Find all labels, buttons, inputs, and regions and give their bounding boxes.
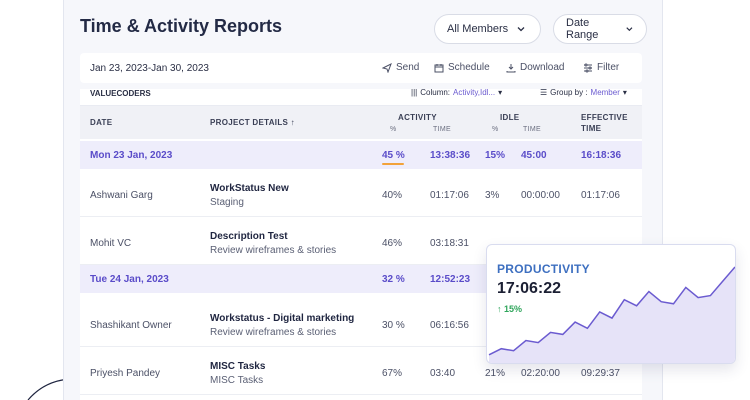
activity-time: 12:52:23 bbox=[430, 274, 471, 285]
header-idle: IDLE bbox=[500, 113, 520, 122]
send-label: Send bbox=[396, 62, 420, 73]
filter-label: Filter bbox=[597, 62, 620, 73]
effective-time: 16:18:36 bbox=[581, 150, 622, 161]
productivity-title: PRODUCTIVITY bbox=[497, 262, 590, 276]
header-activity-pct: % bbox=[390, 126, 397, 133]
filter-button[interactable]: Filter bbox=[583, 62, 619, 73]
idle-pct: 21% bbox=[485, 368, 506, 379]
header-project-details[interactable]: PROJECT DETAILS ↑ bbox=[210, 118, 295, 127]
member-name: Priyesh Pandey bbox=[90, 368, 161, 379]
activity-underline bbox=[382, 163, 404, 165]
header-idle-pct: % bbox=[492, 126, 499, 133]
date-range-dropdown[interactable]: Date Range bbox=[553, 14, 647, 44]
groupby-value: Member bbox=[590, 88, 620, 97]
columns-icon: ||| bbox=[411, 88, 418, 97]
table-row[interactable]: Ashwani Garg WorkStatus New Staging 40% … bbox=[80, 169, 642, 217]
project-name: Description Test bbox=[210, 231, 288, 242]
send-button[interactable]: Send bbox=[382, 62, 419, 73]
members-dropdown[interactable]: All Members bbox=[434, 14, 541, 44]
productivity-delta: ↑ 15% bbox=[497, 304, 523, 314]
activity-pct: 32 % bbox=[382, 274, 405, 285]
members-dropdown-label: All Members bbox=[447, 23, 509, 35]
activity-time: 13:38:36 bbox=[430, 150, 471, 161]
activity-pct: 46% bbox=[382, 238, 403, 249]
column-selector-value: Activity,Idl... bbox=[453, 88, 496, 97]
chevron-down-icon: ▾ bbox=[622, 88, 627, 97]
download-label: Download bbox=[520, 62, 565, 73]
activity-time: 01:17:06 bbox=[430, 190, 469, 201]
activity-pct: 67% bbox=[382, 368, 403, 379]
schedule-label: Schedule bbox=[448, 62, 490, 73]
activity-pct: 45 % bbox=[382, 150, 405, 161]
activity-pct: 30 % bbox=[382, 320, 405, 331]
report-toolbar: Jan 23, 2023-Jan 30, 2023 Send Schedule … bbox=[80, 53, 642, 83]
chevron-down-icon bbox=[626, 27, 633, 32]
project-name: WorkStatus New bbox=[210, 183, 289, 194]
effective-time: 09:29:37 bbox=[581, 368, 620, 379]
header-activity: ACTIVITY bbox=[398, 113, 437, 122]
project-task: Review wireframes & stories bbox=[210, 327, 337, 338]
table-meta-bar: VALUECODERS ||| Column: Activity,Idl... … bbox=[80, 88, 642, 105]
download-button[interactable]: Download bbox=[506, 62, 564, 73]
idle-time: 02:20:00 bbox=[521, 368, 560, 379]
chevron-down-icon: ▾ bbox=[498, 88, 503, 97]
list-icon: ☰ bbox=[540, 88, 548, 97]
effective-time: 01:17:06 bbox=[581, 190, 620, 201]
activity-time: 03:40 bbox=[430, 368, 456, 379]
project-task: Review wireframes & stories bbox=[210, 245, 337, 256]
selected-date-range: Jan 23, 2023-Jan 30, 2023 bbox=[90, 63, 209, 74]
idle-time: 00:00:00 bbox=[521, 190, 560, 201]
groupby-selector[interactable]: ☰ Group by : Member ▾ bbox=[540, 88, 627, 97]
column-selector-label: Column: bbox=[420, 88, 451, 97]
idle-pct: 3% bbox=[485, 190, 500, 201]
header-activity-time: TIME bbox=[433, 126, 451, 133]
table-header: DATE PROJECT DETAILS ↑ ACTIVITY % TIME I… bbox=[80, 105, 642, 139]
send-icon bbox=[382, 62, 392, 73]
group-row[interactable]: Mon 23 Jan, 2023 45 % 13:38:36 15% 45:00… bbox=[80, 141, 642, 169]
activity-time: 03:18:31 bbox=[430, 238, 469, 249]
group-date: Mon 23 Jan, 2023 bbox=[90, 150, 173, 161]
member-name: Ashwani Garg bbox=[90, 190, 153, 201]
header-effective-time: TIME bbox=[581, 124, 602, 133]
project-name: MISC Tasks bbox=[210, 361, 266, 372]
activity-time: 06:16:56 bbox=[430, 320, 469, 331]
groupby-label: Group by : bbox=[550, 88, 588, 97]
schedule-button[interactable]: Schedule bbox=[434, 62, 490, 73]
download-icon bbox=[506, 63, 516, 72]
idle-pct: 15% bbox=[485, 150, 506, 161]
group-date: Tue 24 Jan, 2023 bbox=[90, 274, 169, 285]
member-name: Shashikant Owner bbox=[90, 320, 172, 331]
productivity-card: PRODUCTIVITY 17:06:22 ↑ 15% bbox=[486, 244, 736, 364]
header-effective: EFFECTIVE bbox=[581, 113, 628, 122]
organization-name: VALUECODERS bbox=[90, 89, 151, 98]
activity-pct: 40% bbox=[382, 190, 403, 201]
member-name: Mohit VC bbox=[90, 238, 132, 249]
project-task: MISC Tasks bbox=[210, 375, 264, 386]
project-task: Staging bbox=[210, 197, 244, 208]
header-idle-time: TIME bbox=[523, 126, 541, 133]
chevron-down-icon bbox=[517, 27, 525, 32]
page-title: Time & Activity Reports bbox=[80, 16, 283, 36]
date-range-dropdown-label: Date Range bbox=[566, 17, 599, 41]
filter-icon bbox=[584, 63, 592, 72]
productivity-time: 17:06:22 bbox=[497, 280, 562, 297]
calendar-icon bbox=[434, 63, 444, 72]
column-selector[interactable]: ||| Column: Activity,Idl... ▾ bbox=[411, 88, 502, 97]
idle-time: 45:00 bbox=[521, 150, 547, 161]
header-date[interactable]: DATE bbox=[90, 118, 112, 127]
project-name: Workstatus - Digital marketing bbox=[210, 313, 355, 324]
